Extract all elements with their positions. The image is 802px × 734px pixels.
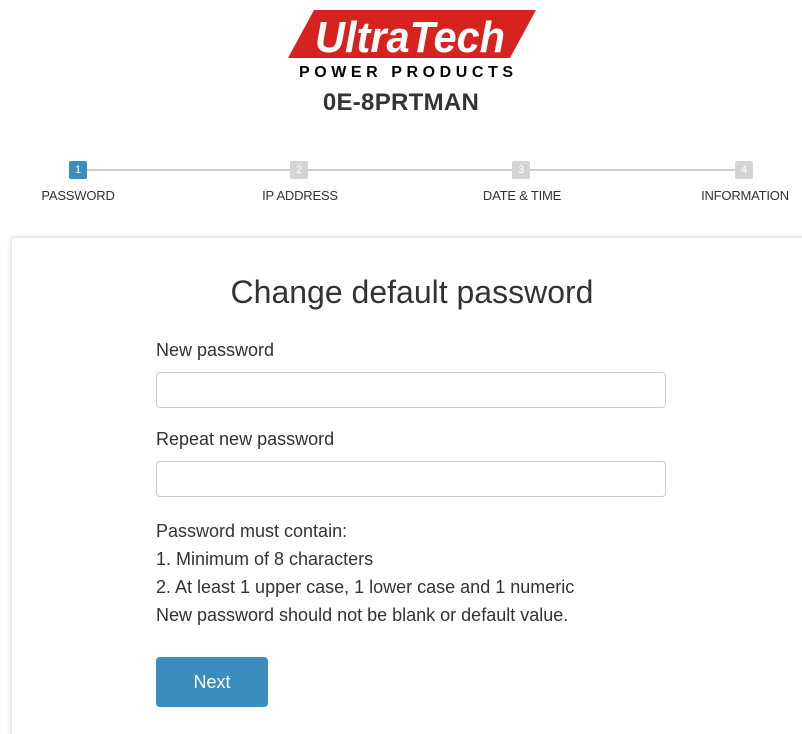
wizard-stepper: 1 2 3 4 PASSWORD IP ADDRESS DATE & TIME … bbox=[0, 158, 802, 208]
form-title: Change default password bbox=[230, 274, 594, 310]
step-connector bbox=[530, 169, 735, 171]
repeat-password-label: Repeat new password bbox=[156, 429, 335, 449]
new-password-input[interactable] bbox=[156, 372, 666, 408]
step-4-badge: 4 bbox=[735, 161, 753, 179]
rule-item: 1. Minimum of 8 characters bbox=[156, 549, 374, 569]
password-form-card: Change default password New password Rep… bbox=[12, 238, 802, 734]
step-1-label: PASSWORD bbox=[41, 188, 115, 203]
ultratech-logo: UltraTech POWER PRODUCTS bbox=[288, 8, 538, 80]
setup-wizard-page: UltraTech POWER PRODUCTS 0E-8PRTMAN 1 2 … bbox=[0, 0, 802, 734]
new-password-label: New password bbox=[156, 340, 275, 360]
rule-note: New password should not be blank or defa… bbox=[156, 605, 569, 625]
step-3-badge: 3 bbox=[512, 161, 530, 179]
step-connector bbox=[87, 169, 290, 171]
svg-text:UltraTech: UltraTech bbox=[315, 13, 505, 62]
step-connector bbox=[308, 169, 512, 171]
device-name: 0E-8PRTMAN bbox=[322, 89, 480, 116]
rules-heading: Password must contain: bbox=[156, 521, 348, 541]
rule-item: 2. At least 1 upper case, 1 lower case a… bbox=[156, 577, 575, 597]
next-button[interactable]: Next bbox=[156, 657, 268, 707]
step-2-badge: 2 bbox=[290, 161, 308, 179]
step-3-label: DATE & TIME bbox=[482, 188, 562, 203]
svg-text:POWER PRODUCTS: POWER PRODUCTS bbox=[299, 64, 513, 80]
step-2-label: IP ADDRESS bbox=[262, 188, 338, 203]
step-1-badge: 1 bbox=[69, 161, 87, 179]
password-rules: Password must contain: 1. Minimum of 8 c… bbox=[156, 517, 574, 629]
step-4-label: INFORMATION bbox=[701, 188, 789, 203]
repeat-password-input[interactable] bbox=[156, 461, 666, 497]
